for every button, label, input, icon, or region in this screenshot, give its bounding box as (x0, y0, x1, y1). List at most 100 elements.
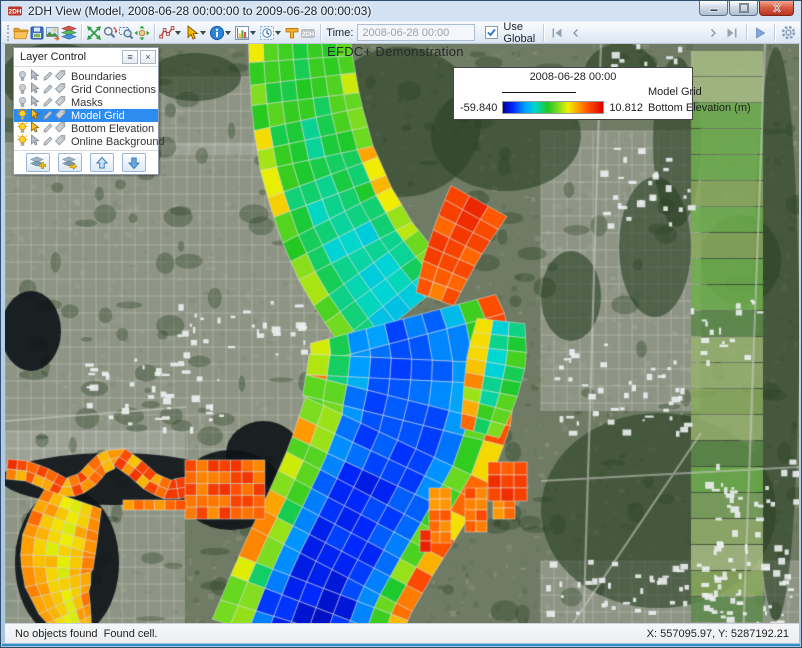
close-icon (769, 2, 785, 14)
svg-text:2DH: 2DH (302, 31, 314, 37)
legend-min: -59.840 (460, 102, 497, 114)
chevron-left-icon (570, 27, 582, 39)
legend: 2008-06-28 00:00 Model Grid -59.840 10.8… (453, 67, 693, 120)
legend-line-sample (502, 92, 576, 93)
settings-button[interactable] (779, 24, 798, 42)
animation-dropdown-caret[interactable] (275, 31, 281, 35)
arrow-up-icon (95, 156, 109, 170)
2dh-logo-icon: 2DH (300, 25, 316, 41)
statusbar: No objects found Found cell. X: 557095.9… (5, 623, 799, 643)
toolbar-separator (81, 24, 82, 41)
maximize-button[interactable] (729, 1, 758, 16)
layer-label: Grid Connections (71, 84, 156, 96)
first-icon (550, 27, 564, 39)
toolbar-grip[interactable] (7, 25, 10, 41)
clock-icon (259, 25, 275, 41)
layer-state-icons[interactable] (17, 134, 67, 150)
info-icon (209, 25, 225, 41)
time-input[interactable] (357, 24, 475, 41)
app-window: 2DH 2DH View (Model, 2008-06-28 00:00:00… (0, 0, 802, 648)
zoom-previous-button[interactable] (102, 23, 118, 43)
export-image-button[interactable] (45, 23, 61, 43)
status-coordinates: X: 557095.97, Y: 5287192.21 (647, 628, 789, 640)
legend-max: 10.812 (609, 102, 643, 114)
time-slider-track[interactable] (586, 24, 704, 42)
save-icon (29, 25, 45, 41)
edit-pencil-icon[interactable] (41, 134, 54, 150)
maximize-icon (736, 2, 752, 14)
add-layer-icon (30, 156, 46, 170)
polyline-icon (159, 25, 175, 41)
select-cursor-icon (184, 25, 200, 41)
zoom-extent-button[interactable] (86, 23, 102, 43)
layers-icon (61, 25, 77, 41)
layers-button[interactable] (61, 23, 77, 43)
2dh-tool-button[interactable]: 2DH (300, 23, 316, 43)
nav-last-button[interactable] (723, 24, 742, 42)
chart-dropdown-caret[interactable] (250, 31, 256, 35)
import-layer-button[interactable] (58, 153, 82, 172)
visibility-bulb-icon[interactable] (17, 134, 29, 150)
close-icon: × (145, 52, 150, 62)
menu-icon: ≡ (127, 52, 132, 62)
image-export-icon (45, 25, 61, 41)
use-global-checkbox[interactable] (485, 26, 498, 39)
arrow-down-icon (127, 156, 141, 170)
add-layer-button[interactable] (26, 153, 50, 172)
map-annotation: EFDC+ Demonstration (327, 44, 464, 59)
animation-button[interactable] (259, 23, 275, 43)
pick-cursor-icon[interactable] (29, 134, 41, 150)
gear-icon (780, 24, 797, 41)
select-dropdown-caret[interactable] (200, 31, 206, 35)
nav-next-button[interactable] (704, 24, 723, 42)
chart-button[interactable] (234, 23, 250, 43)
layer-arrow-icon (62, 156, 78, 170)
label-tag-icon[interactable] (54, 134, 67, 150)
move-layer-down-button[interactable] (122, 153, 146, 172)
nav-previous-button[interactable] (567, 24, 586, 42)
info-button[interactable] (209, 23, 225, 43)
play-icon (753, 26, 767, 40)
profile-tee-button[interactable] (284, 23, 300, 43)
polyline-dropdown-caret[interactable] (175, 31, 181, 35)
minimize-button[interactable] (699, 1, 728, 16)
open-folder-icon (13, 25, 29, 41)
legend-layer-name: Model Grid (648, 86, 751, 98)
titlebar[interactable]: 2DH 2DH View (Model, 2008-06-28 00:00:00… (1, 1, 801, 21)
pan-button[interactable] (134, 23, 150, 43)
info-dropdown-caret[interactable] (225, 31, 231, 35)
polyline-button[interactable] (159, 23, 175, 43)
toolbar-separator (774, 24, 775, 41)
zoom-previous-icon (102, 25, 118, 41)
layer-control-panel: Layer Control ≡ × Boundaries Grid Connec… (13, 47, 159, 175)
layer-panel-title: Layer Control (20, 51, 120, 63)
legend-field-name: Bottom Elevation (m) (648, 102, 751, 114)
layer-panel-header[interactable]: Layer Control ≡ × (14, 48, 158, 67)
toolbar-separator (154, 24, 155, 41)
chevron-right-icon (707, 27, 719, 39)
layer-list: Boundaries Grid Connections Masks Model … (14, 67, 158, 150)
zoom-window-button[interactable] (118, 23, 134, 43)
layer-row-online-background[interactable]: Online Background (14, 135, 158, 148)
play-button[interactable] (751, 24, 770, 42)
map-viewport[interactable]: EFDC+ Demonstration Layer Control ≡ × Bo… (5, 44, 799, 623)
layer-label: Masks (71, 97, 103, 109)
layer-panel-menu-button[interactable]: ≡ (122, 50, 138, 64)
layer-label: Online Background (71, 136, 165, 148)
app-logo-icon: 2DH (7, 3, 23, 19)
zoom-extent-icon (86, 25, 102, 41)
open-button[interactable] (13, 23, 29, 43)
use-global-label: Use Global (503, 21, 539, 45)
select-button[interactable] (184, 23, 200, 43)
toolbar-separator (543, 24, 544, 41)
layer-label: Bottom Elevation (71, 123, 154, 135)
move-layer-up-button[interactable] (90, 153, 114, 172)
nav-first-button[interactable] (548, 24, 567, 42)
status-message: No objects found Found cell. (15, 628, 647, 640)
pan-icon (134, 25, 150, 41)
layer-panel-close-button[interactable]: × (140, 50, 156, 64)
save-image-button[interactable] (29, 23, 45, 43)
close-button[interactable] (759, 1, 794, 16)
svg-text:2DH: 2DH (8, 9, 21, 16)
legend-colorbar (502, 101, 604, 114)
